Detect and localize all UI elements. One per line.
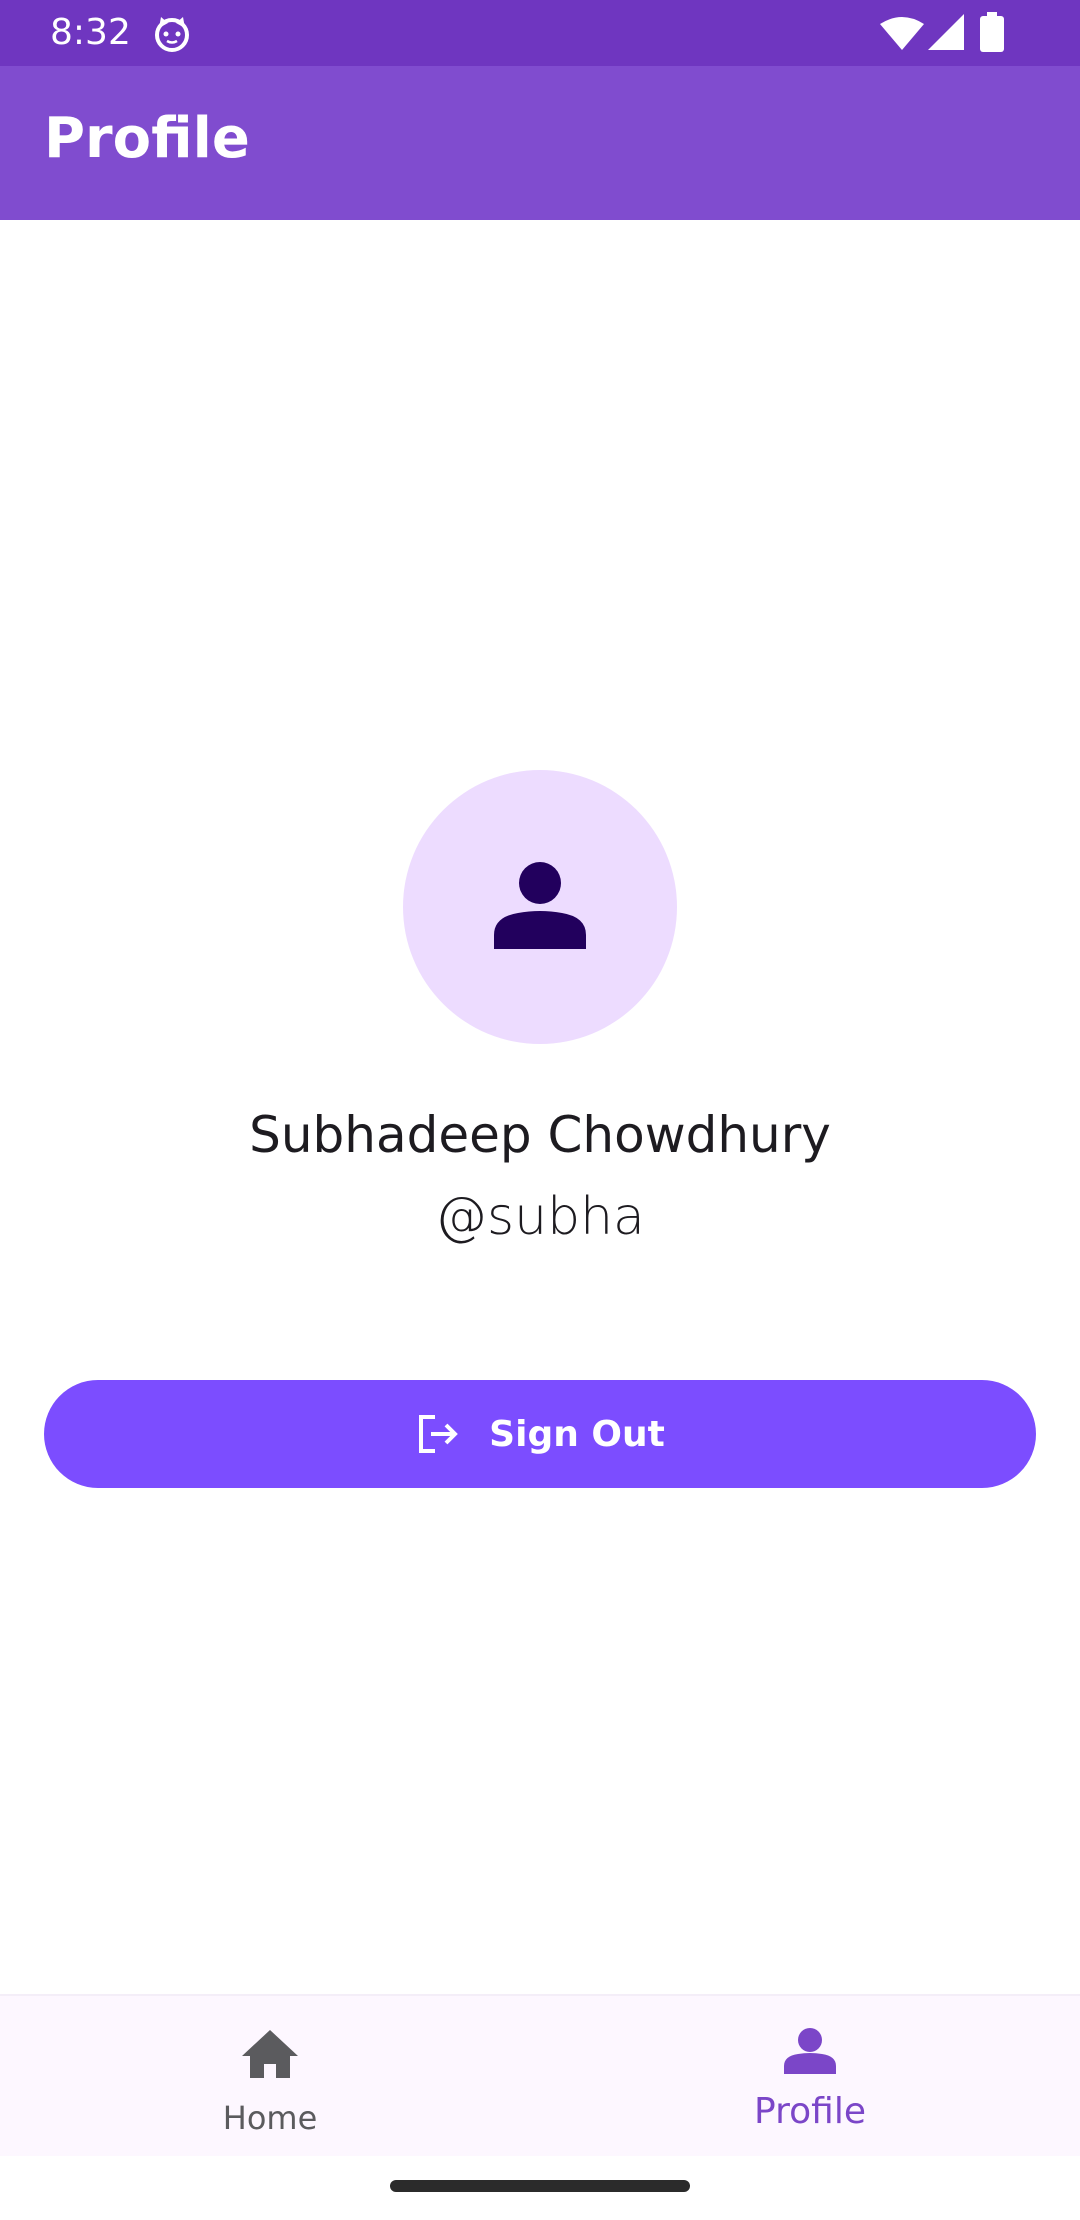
profile-username: @subha <box>435 1187 645 1247</box>
nav-item-home[interactable]: Home <box>0 1996 540 2156</box>
logout-icon <box>419 1415 459 1453</box>
nav-label-home: Home <box>222 2099 318 2137</box>
cat-notification-icon <box>155 17 189 52</box>
battery-icon <box>980 12 1004 52</box>
nav-item-profile[interactable]: Profile <box>540 1996 1080 2156</box>
nav-label-profile: Profile <box>754 2091 866 2132</box>
page-title: Profile <box>44 106 250 171</box>
signal-icon <box>928 14 964 50</box>
avatar <box>403 770 677 1044</box>
home-icon <box>242 2030 298 2078</box>
status-bar: 8:32 <box>0 0 1080 66</box>
home-indicator[interactable] <box>390 2180 690 2192</box>
wifi-icon <box>880 17 924 50</box>
sign-out-label: Sign Out <box>489 1413 665 1455</box>
status-time: 8:32 <box>50 12 131 53</box>
app-bar: Profile <box>0 66 1080 220</box>
bottom-navigation: Home Profile <box>0 1994 1080 2156</box>
person-icon <box>494 862 586 949</box>
sign-out-button[interactable]: Sign Out <box>44 1380 1036 1488</box>
person-icon <box>784 2028 836 2074</box>
profile-full-name: Subhadeep Chowdhury <box>249 1106 831 1164</box>
